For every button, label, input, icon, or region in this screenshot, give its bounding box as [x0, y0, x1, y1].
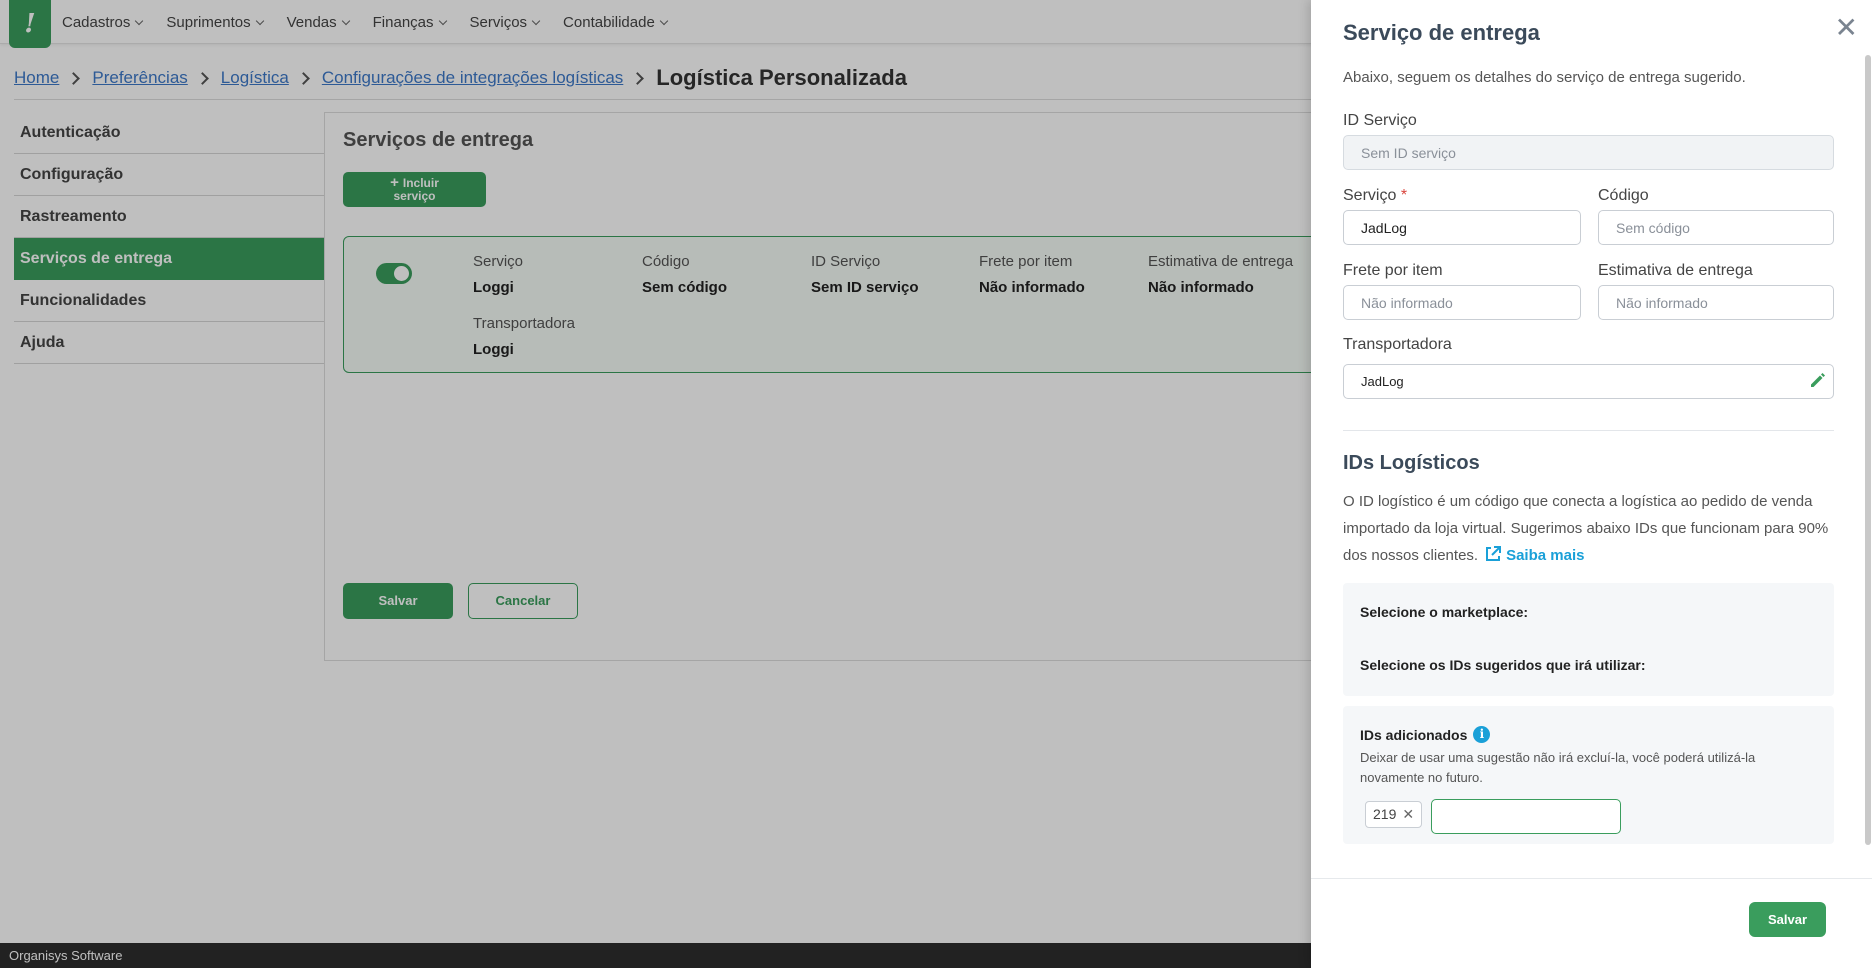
marketplace-label: Selecione o marketplace: — [1360, 604, 1529, 620]
ids-logisticos-title: IDs Logísticos — [1343, 452, 1480, 474]
ids-logisticos-description: O ID logístico é um código que conecta a… — [1343, 493, 1829, 564]
transportadora-label: Transportadora — [1343, 336, 1452, 353]
frete-input[interactable] — [1343, 285, 1581, 320]
drawer-save-button[interactable]: Salvar — [1749, 902, 1826, 937]
add-id-input[interactable] — [1431, 799, 1621, 834]
pencil-icon[interactable] — [1808, 370, 1828, 390]
ids-adicionados-title: IDs adicionados i — [1360, 726, 1491, 743]
frete-label: Frete por item — [1343, 262, 1443, 279]
id-servico-input[interactable] — [1343, 135, 1834, 170]
saiba-mais-link[interactable]: Saiba mais — [1506, 547, 1584, 564]
info-icon[interactable]: i — [1473, 726, 1491, 743]
marketplace-selection-box: Selecione o marketplace: Selecione os ID… — [1343, 583, 1834, 696]
divider — [1343, 430, 1834, 431]
id-chip: 219 ✕ — [1365, 801, 1423, 828]
codigo-label: Código — [1598, 187, 1649, 204]
transportadora-input[interactable] — [1343, 364, 1834, 399]
close-icon[interactable]: ✕ — [1835, 14, 1858, 42]
drawer-title: Serviço de entrega — [1343, 20, 1540, 45]
drawer-footer: Salvar — [1311, 878, 1872, 968]
delivery-service-drawer: Serviço de entrega ✕ Abaixo, seguem os d… — [1311, 0, 1872, 968]
codigo-input[interactable] — [1598, 210, 1834, 245]
ids-adicionados-description: Deixar de usar uma sugestão não irá excl… — [1360, 750, 1756, 785]
id-servico-label: ID Serviço — [1343, 112, 1417, 129]
servico-label: Serviço * — [1343, 187, 1408, 204]
sugeridos-label: Selecione os IDs sugeridos que irá utili… — [1360, 657, 1646, 673]
ids-adicionados-box: IDs adicionados i Deixar de usar uma suge… — [1343, 706, 1834, 844]
remove-chip-icon[interactable]: ✕ — [1402, 802, 1414, 827]
drawer-body: Serviço de entrega ✕ Abaixo, seguem os d… — [1311, 0, 1872, 878]
required-marker: * — [1400, 187, 1408, 204]
external-link-icon — [1486, 546, 1502, 561]
drawer-subtitle: Abaixo, seguem os detalhes do serviço de… — [1343, 69, 1746, 86]
drawer-scrollbar[interactable] — [1865, 55, 1871, 845]
estimativa-label: Estimativa de entrega — [1598, 262, 1753, 279]
servico-input[interactable] — [1343, 210, 1581, 245]
estimativa-input[interactable] — [1598, 285, 1834, 320]
